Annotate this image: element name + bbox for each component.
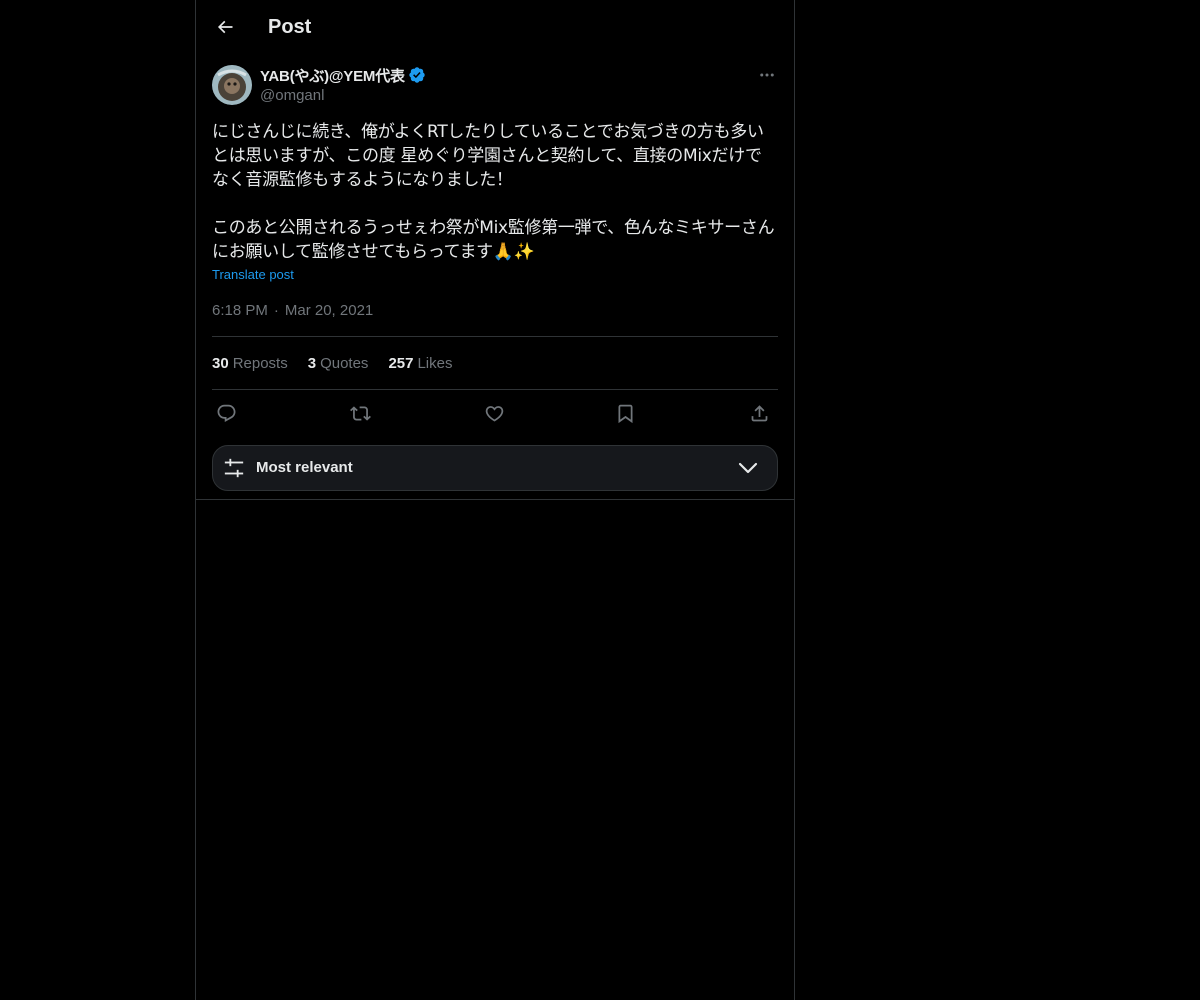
timestamp-separator: · <box>273 302 279 319</box>
more-dots-icon <box>758 66 776 84</box>
reposts-count: 30 <box>212 355 229 372</box>
chevron-down-icon <box>737 459 759 477</box>
reposts-stat[interactable]: 30 Reposts <box>212 354 288 374</box>
bookmark-button[interactable] <box>611 399 639 427</box>
reposts-label: Reposts <box>232 355 288 372</box>
post-date[interactable]: Mar 20, 2021 <box>285 301 373 321</box>
more-options-button[interactable] <box>754 64 780 86</box>
author-display-name[interactable]: YAB(やぶ)@YEM代表 <box>260 65 405 86</box>
repost-icon <box>349 403 371 424</box>
translate-post-link[interactable]: Translate post <box>212 266 294 284</box>
divider <box>212 336 778 337</box>
likes-stat[interactable]: 257 Likes <box>388 354 452 374</box>
repost-button[interactable] <box>346 399 374 427</box>
author-name-row[interactable]: YAB(やぶ)@YEM代表 <box>260 65 426 85</box>
post-time[interactable]: 6:18 PM <box>212 301 268 321</box>
sort-label: Most relevant <box>256 459 353 476</box>
back-button[interactable] <box>208 10 242 44</box>
post-text: にじさんじに続き、俺がよくRTしたりしていることでお気づきの方も多いとは思います… <box>212 122 775 262</box>
post-stats: 30 Reposts 3 Quotes 257 Likes <box>212 354 453 374</box>
reply-sort-dropdown[interactable]: Most relevant <box>212 445 778 491</box>
likes-label: Likes <box>417 355 453 372</box>
avatar[interactable] <box>212 65 252 105</box>
top-bar: Post <box>196 0 794 53</box>
likes-count: 257 <box>388 355 414 372</box>
share-button[interactable] <box>745 399 773 427</box>
share-icon <box>749 403 770 424</box>
reply-icon <box>216 403 237 424</box>
reply-button[interactable] <box>212 399 240 427</box>
divider <box>196 499 794 500</box>
quotes-stat[interactable]: 3 Quotes <box>308 354 369 374</box>
author-handle[interactable]: @omganl <box>260 87 324 105</box>
post-timestamp: 6:18 PM · Mar 20, 2021 <box>212 301 373 321</box>
quotes-label: Quotes <box>320 355 369 372</box>
page-title: Post <box>268 16 312 38</box>
arrow-left-icon <box>215 17 235 37</box>
like-button[interactable] <box>480 399 508 427</box>
verified-badge-icon[interactable] <box>408 66 426 84</box>
sliders-icon <box>223 457 245 479</box>
bookmark-icon <box>615 403 636 424</box>
main-column: Post YAB(やぶ)@YEM代表 @omganl にじさんじに続き、俺がよく… <box>195 0 795 1000</box>
divider <box>212 389 778 390</box>
action-bar <box>212 399 778 427</box>
like-icon <box>484 403 505 424</box>
quotes-count: 3 <box>307 355 317 372</box>
